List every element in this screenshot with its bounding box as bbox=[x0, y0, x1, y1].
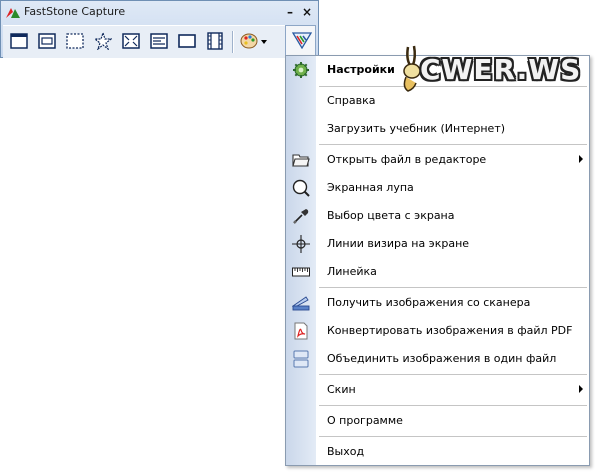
menu-item-screen-magnifier[interactable]: Экранная лупа bbox=[286, 175, 589, 201]
capture-window-object-icon bbox=[38, 33, 56, 49]
menu-item-skin[interactable]: Скин bbox=[286, 377, 589, 403]
capture-freehand-region-icon bbox=[94, 32, 112, 50]
crosshair-icon bbox=[292, 235, 310, 253]
gear-icon bbox=[293, 62, 309, 78]
menu-item-label: Скин bbox=[327, 383, 356, 396]
capture-toolbar bbox=[3, 25, 316, 58]
screen-recorder-button[interactable] bbox=[204, 30, 226, 52]
menu-item-about[interactable]: О программе bbox=[286, 408, 589, 434]
menu-item-download-tutorial[interactable]: Загрузить учебник (Интернет) bbox=[286, 116, 589, 142]
capture-fixed-region-icon bbox=[178, 34, 196, 48]
menu-item-label: Настройки bbox=[327, 63, 395, 76]
menu-item-ruler[interactable]: Линейка bbox=[286, 259, 589, 285]
menu-item-label: Открыть файл в редакторе bbox=[327, 153, 487, 166]
menu-item-label: Справка bbox=[327, 94, 376, 107]
menu-item-label: Линейка bbox=[327, 265, 377, 278]
magnifier-icon bbox=[292, 179, 310, 197]
pdf-icon bbox=[294, 322, 308, 340]
menu-item-exit[interactable]: Выход bbox=[286, 439, 589, 465]
capture-active-window-button[interactable] bbox=[8, 30, 30, 52]
output-palette-icon bbox=[240, 33, 267, 49]
toolbar-separator bbox=[232, 31, 234, 53]
menu-item-convert-pdf[interactable]: Конвертировать изображения в файл PDF bbox=[286, 318, 589, 344]
window-title: FastStone Capture bbox=[24, 5, 126, 18]
watermark-text: CWER.WS bbox=[420, 53, 582, 86]
watermark-logo: CWER.WS bbox=[400, 45, 580, 95]
join-images-icon bbox=[293, 350, 309, 368]
output-palette-button[interactable] bbox=[239, 30, 269, 52]
settings-menu-button[interactable] bbox=[285, 25, 316, 55]
menu-item-label: Выбор цвета с экрана bbox=[327, 209, 455, 222]
submenu-arrow-icon bbox=[579, 155, 583, 163]
capture-full-screen-icon bbox=[122, 33, 140, 49]
capture-scrolling-window-button[interactable] bbox=[148, 30, 170, 52]
capture-full-screen-button[interactable] bbox=[120, 30, 142, 52]
close-button[interactable]: × bbox=[299, 4, 315, 20]
menu-item-label: Линии визира на экране bbox=[327, 237, 470, 250]
menu-item-open-in-editor[interactable]: Открыть файл в редакторе bbox=[286, 147, 589, 173]
menu-item-label: Выход bbox=[327, 445, 365, 458]
capture-freehand-region-button[interactable] bbox=[92, 30, 114, 52]
menu-item-color-picker[interactable]: Выбор цвета с экрана bbox=[286, 203, 589, 229]
menu-separator bbox=[319, 287, 587, 288]
menu-item-label: О программе bbox=[327, 414, 403, 427]
menu-item-join-images[interactable]: Объединить изображения в один файл bbox=[286, 346, 589, 372]
capture-rectangular-region-button[interactable] bbox=[64, 30, 86, 52]
capture-window-object-button[interactable] bbox=[36, 30, 58, 52]
menu-item-label: Конвертировать изображения в файл PDF bbox=[327, 324, 573, 337]
capture-scrolling-window-icon bbox=[150, 33, 168, 49]
menu-separator bbox=[319, 436, 587, 437]
menu-item-crosshair[interactable]: Линии визира на экране bbox=[286, 231, 589, 257]
menu-separator bbox=[319, 374, 587, 375]
scanner-icon bbox=[292, 296, 310, 311]
settings-menu-icon bbox=[292, 32, 312, 49]
minimize-button[interactable]: – bbox=[282, 4, 298, 20]
menu-item-label: Объединить изображения в один файл bbox=[327, 352, 557, 365]
ruler-icon bbox=[292, 267, 310, 277]
open-folder-icon bbox=[292, 154, 310, 167]
menu-item-label: Экранная лупа bbox=[327, 181, 414, 194]
title-bar[interactable]: FastStone Capture – × bbox=[1, 1, 318, 23]
capture-fixed-region-button[interactable] bbox=[176, 30, 198, 52]
screen-recorder-icon bbox=[207, 32, 223, 50]
menu-item-label: Загрузить учебник (Интернет) bbox=[327, 122, 506, 135]
main-dropdown-menu: Настройки Справка Загрузить учебник (Инт… bbox=[285, 55, 590, 466]
capture-active-window-icon bbox=[10, 33, 28, 49]
menu-separator bbox=[319, 405, 587, 406]
capture-rectangular-region-icon bbox=[66, 33, 84, 49]
faststone-capture-window: FastStone Capture – × bbox=[0, 0, 319, 58]
menu-separator bbox=[319, 144, 587, 145]
eyedropper-icon bbox=[293, 209, 309, 224]
menu-item-scanner[interactable]: Получить изображения со сканера bbox=[286, 290, 589, 316]
app-logo-icon bbox=[6, 8, 20, 18]
submenu-arrow-icon bbox=[579, 385, 583, 393]
menu-item-label: Получить изображения со сканера bbox=[327, 296, 531, 309]
